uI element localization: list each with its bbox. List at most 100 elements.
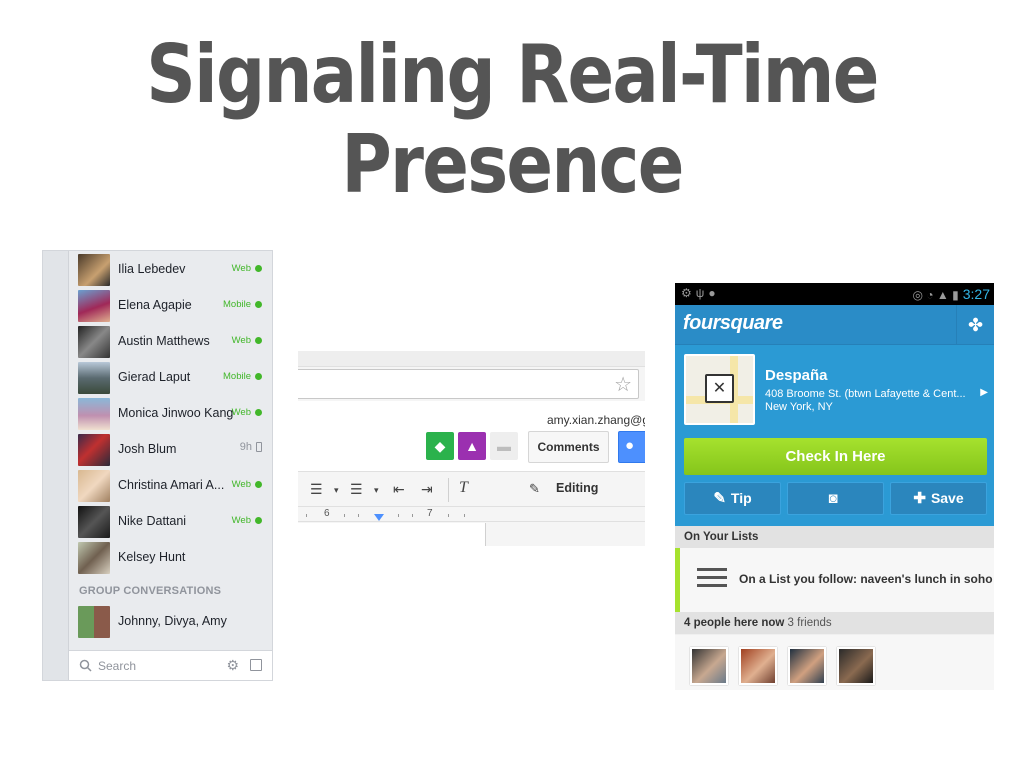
online-dot-icon bbox=[255, 408, 262, 416]
venue-name: Despaña bbox=[765, 367, 828, 384]
contact-row[interactable]: Austin Matthews Web bbox=[69, 323, 272, 359]
camera-icon: ◙ bbox=[828, 490, 838, 507]
increase-indent-icon[interactable]: ⇥ bbox=[421, 481, 433, 498]
online-dot-icon bbox=[255, 264, 262, 272]
ruler-tick bbox=[344, 514, 345, 517]
collaborator-avatar[interactable]: ▲ bbox=[458, 432, 486, 460]
venue-map-thumbnail[interactable]: ✕ bbox=[684, 354, 755, 425]
tip-button[interactable]: ✎ Tip bbox=[684, 482, 781, 515]
photo-button[interactable]: ◙ bbox=[787, 482, 884, 515]
chat-button[interactable]: ▬ bbox=[490, 432, 518, 460]
avatar bbox=[78, 254, 110, 286]
search-input[interactable]: Search bbox=[98, 659, 136, 673]
contact-name: Elena Agapie bbox=[118, 298, 192, 312]
star-icon[interactable]: ☆ bbox=[614, 372, 632, 397]
toolbar-divider bbox=[448, 478, 449, 502]
contact-row[interactable]: Kelsey Hunt bbox=[69, 539, 272, 575]
formatting-toolbar: ☰ ▾ ☰ ▾ ⇤ ⇥ T ✎ Editing bbox=[298, 471, 645, 507]
presence-status: Web bbox=[232, 263, 262, 274]
group-name: Johnny, Divya, Amy bbox=[118, 614, 227, 628]
list-item[interactable]: On a List you follow: naveen's lunch in … bbox=[675, 548, 994, 612]
ruler-tick bbox=[412, 514, 413, 517]
hedgehog-icon: ◆ bbox=[434, 438, 446, 454]
contact-row[interactable]: Elena Agapie Mobile bbox=[69, 287, 272, 323]
slide-title: Signaling Real-Time Presence bbox=[72, 30, 953, 210]
friend-avatar[interactable] bbox=[837, 647, 875, 685]
notification-icons: ⚙ψ● bbox=[681, 286, 720, 300]
on-your-lists-header: On Your Lists bbox=[675, 526, 994, 548]
friend-avatar[interactable] bbox=[690, 647, 728, 685]
check-in-button[interactable]: Check In Here bbox=[684, 438, 987, 475]
presence-status: Mobile bbox=[223, 371, 262, 382]
venue-header: foursquare ✤ ✕ Despaña 408 Broome St. (b… bbox=[675, 305, 994, 526]
avatar bbox=[78, 326, 110, 358]
decrease-indent-icon[interactable]: ⇤ bbox=[393, 481, 405, 498]
friend-avatar[interactable] bbox=[739, 647, 777, 685]
ruler-tick bbox=[358, 514, 359, 517]
share-button[interactable]: ● bbox=[618, 431, 645, 463]
ruler-number: 6 bbox=[324, 508, 330, 519]
contact-name: Gierad Laput bbox=[118, 370, 191, 384]
chevron-right-icon[interactable]: ▶ bbox=[980, 387, 988, 398]
list-item-text: On a List you follow: naveen's lunch in … bbox=[739, 572, 993, 586]
contact-row[interactable]: Josh Blum 9h bbox=[69, 431, 272, 467]
ruler-number: 7 bbox=[427, 508, 433, 519]
contact-row[interactable]: Gierad Laput Mobile bbox=[69, 359, 272, 395]
bulleted-list-icon[interactable]: ☰ bbox=[350, 481, 363, 498]
chevron-down-icon[interactable]: ▾ bbox=[374, 485, 379, 496]
presence-status: Web bbox=[232, 407, 262, 418]
collaborator-avatar[interactable]: ◆ bbox=[426, 432, 454, 460]
restaurant-icon: ✕ bbox=[705, 374, 734, 403]
avatar bbox=[78, 290, 110, 322]
venue-city: New York, NY bbox=[765, 401, 833, 413]
contact-name: Christina Amari A... bbox=[118, 478, 225, 492]
chevron-down-icon[interactable]: ▾ bbox=[334, 485, 339, 496]
ruler-tick bbox=[448, 514, 449, 517]
group-conversation-row[interactable]: Johnny, Divya, Amy bbox=[69, 603, 272, 639]
turtle-icon: ▲ bbox=[465, 438, 479, 454]
editing-mode-button[interactable]: Editing bbox=[556, 481, 598, 495]
ruler-tick bbox=[398, 514, 399, 517]
contact-row[interactable]: Nike Dattani Web bbox=[69, 503, 272, 539]
foursquare-logo[interactable]: foursquare bbox=[683, 312, 783, 335]
mobile-phone-icon bbox=[256, 442, 262, 453]
ruler: 6 7 bbox=[298, 508, 645, 522]
browser-tab-strip bbox=[298, 351, 645, 367]
venue-address: 408 Broome St. (btwn Lafayette & Cent... bbox=[765, 388, 966, 400]
list-icon bbox=[697, 568, 727, 592]
ruler-tick bbox=[464, 514, 465, 517]
address-bar[interactable]: ☆ bbox=[298, 369, 639, 399]
avatar bbox=[78, 398, 110, 430]
avatar bbox=[78, 434, 110, 466]
avatar bbox=[78, 470, 110, 502]
online-dot-icon bbox=[255, 336, 262, 344]
contact-row[interactable]: Christina Amari A... Web bbox=[69, 467, 272, 503]
search-icon bbox=[79, 659, 92, 672]
account-email[interactable]: amy.xian.zhang@g bbox=[547, 413, 645, 427]
plus-icon: ✚ bbox=[913, 490, 926, 507]
document-page[interactable] bbox=[298, 523, 486, 546]
clear-formatting-icon[interactable]: T bbox=[459, 479, 468, 497]
friend-avatar[interactable] bbox=[788, 647, 826, 685]
contact-row[interactable]: Ilia Lebedev Web bbox=[69, 251, 272, 287]
compose-icon[interactable] bbox=[250, 659, 262, 671]
list-accent-bar bbox=[675, 548, 680, 612]
venue-actions: ✎ Tip ◙ ✚ Save bbox=[684, 482, 987, 515]
system-status: ◎ ◔ ▲ ▮ 3:27 bbox=[912, 286, 990, 302]
numbered-list-icon[interactable]: ☰ bbox=[310, 481, 323, 498]
friends-here bbox=[675, 635, 994, 690]
gear-icon[interactable]: ⚙ bbox=[226, 657, 239, 674]
presence-status: Mobile bbox=[223, 299, 262, 310]
contact-name: Nike Dattani bbox=[118, 514, 187, 528]
group-avatar bbox=[78, 606, 110, 638]
contact-row[interactable]: Monica Jinwoo Kang Web bbox=[69, 395, 272, 431]
presence-status: Web bbox=[232, 515, 262, 526]
contact-name: Monica Jinwoo Kang bbox=[118, 406, 234, 420]
app-bar: foursquare ✤ bbox=[675, 305, 994, 345]
save-button[interactable]: ✚ Save bbox=[890, 482, 987, 515]
sidebar-strip bbox=[43, 251, 69, 680]
foursquare-screen: ⚙ψ● ◎ ◔ ▲ ▮ 3:27 foursquare ✤ ✕ Despaña 4… bbox=[675, 283, 994, 690]
comments-button[interactable]: Comments bbox=[528, 431, 609, 463]
indent-marker[interactable] bbox=[374, 514, 384, 521]
menu-icon[interactable]: ✤ bbox=[956, 305, 994, 345]
